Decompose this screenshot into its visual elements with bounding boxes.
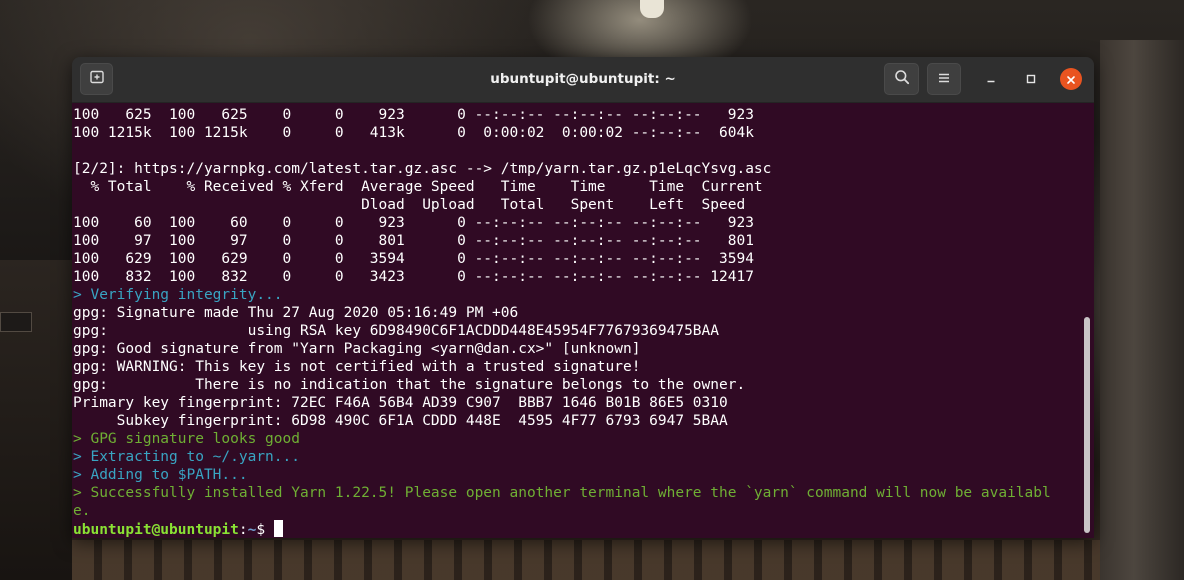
menu-button[interactable] (927, 63, 961, 95)
scrollbar-thumb[interactable] (1084, 317, 1090, 533)
terminal-line: 100 625 100 625 0 0 923 0 --:--:-- --:--… (73, 106, 1080, 124)
search-icon (894, 69, 910, 89)
terminal-line: gpg: WARNING: This key is not certified … (73, 358, 1080, 376)
terminal-line: > Adding to $PATH... (73, 466, 1080, 484)
maximize-button[interactable] (1021, 69, 1041, 89)
prompt-separator: : (239, 522, 248, 538)
terminal-line: 100 832 100 832 0 0 3423 0 --:--:-- --:-… (73, 268, 1080, 286)
terminal-line: gpg: Signature made Thu 27 Aug 2020 05:1… (73, 304, 1080, 322)
background-sign (0, 312, 32, 332)
terminal-line: e. (73, 502, 1080, 520)
terminal-line: Primary key fingerprint: 72EC F46A 56B4 … (73, 394, 1080, 412)
terminal-window: ubuntupit@ubuntupit: ~ 1 (72, 57, 1094, 538)
terminal-line: Subkey fingerprint: 6D98 490C 6F1A CDDD … (73, 412, 1080, 430)
terminal-line: 100 1215k 100 1215k 0 0 413k 0 0:00:02 0… (73, 124, 1080, 142)
terminal-area[interactable]: 100 625 100 625 0 0 923 0 --:--:-- --:--… (72, 103, 1094, 538)
ceiling-lamp (640, 0, 664, 18)
background-pillar (1100, 40, 1184, 580)
terminal-line (73, 142, 1080, 160)
background-floor (72, 540, 1100, 580)
search-button[interactable] (884, 63, 919, 95)
terminal-line: > Extracting to ~/.yarn... (73, 448, 1080, 466)
terminal-line: [2/2]: https://yarnpkg.com/latest.tar.gz… (73, 160, 1080, 178)
terminal-line: gpg: There is no indication that the sig… (73, 376, 1080, 394)
terminal-line: Dload Upload Total Spent Left Speed (73, 196, 1080, 214)
hamburger-menu-icon (937, 70, 951, 89)
terminal-line: gpg: Good signature from "Yarn Packaging… (73, 340, 1080, 358)
text-cursor (274, 520, 283, 537)
terminal-line: 100 97 100 97 0 0 801 0 --:--:-- --:--:-… (73, 232, 1080, 250)
prompt-symbol: $ (256, 522, 273, 538)
terminal-line: % Total % Received % Xferd Average Speed… (73, 178, 1080, 196)
close-button[interactable] (1060, 68, 1082, 90)
terminal-line: > Verifying integrity... (73, 286, 1080, 304)
background-platform-left (0, 260, 72, 580)
maximize-icon (1025, 70, 1037, 89)
terminal-output: 100 625 100 625 0 0 923 0 --:--:-- --:--… (73, 106, 1080, 538)
terminal-line: 100 60 100 60 0 0 923 0 --:--:-- --:--:-… (73, 214, 1080, 232)
prompt-user-host: ubuntupit@ubuntupit (73, 522, 239, 538)
title-bar[interactable]: ubuntupit@ubuntupit: ~ (72, 57, 1094, 103)
terminal-line: 100 629 100 629 0 0 3594 0 --:--:-- --:-… (73, 250, 1080, 268)
minimize-button[interactable] (981, 69, 1001, 89)
close-icon (1066, 70, 1076, 89)
terminal-line: gpg: using RSA key 6D98490C6F1ACDDD448E4… (73, 322, 1080, 340)
terminal-line: > GPG signature looks good (73, 430, 1080, 448)
minimize-icon (985, 70, 997, 89)
terminal-line: > Successfully installed Yarn 1.22.5! Pl… (73, 484, 1080, 502)
shell-prompt[interactable]: ubuntupit@ubuntupit:~$ (73, 520, 1080, 538)
